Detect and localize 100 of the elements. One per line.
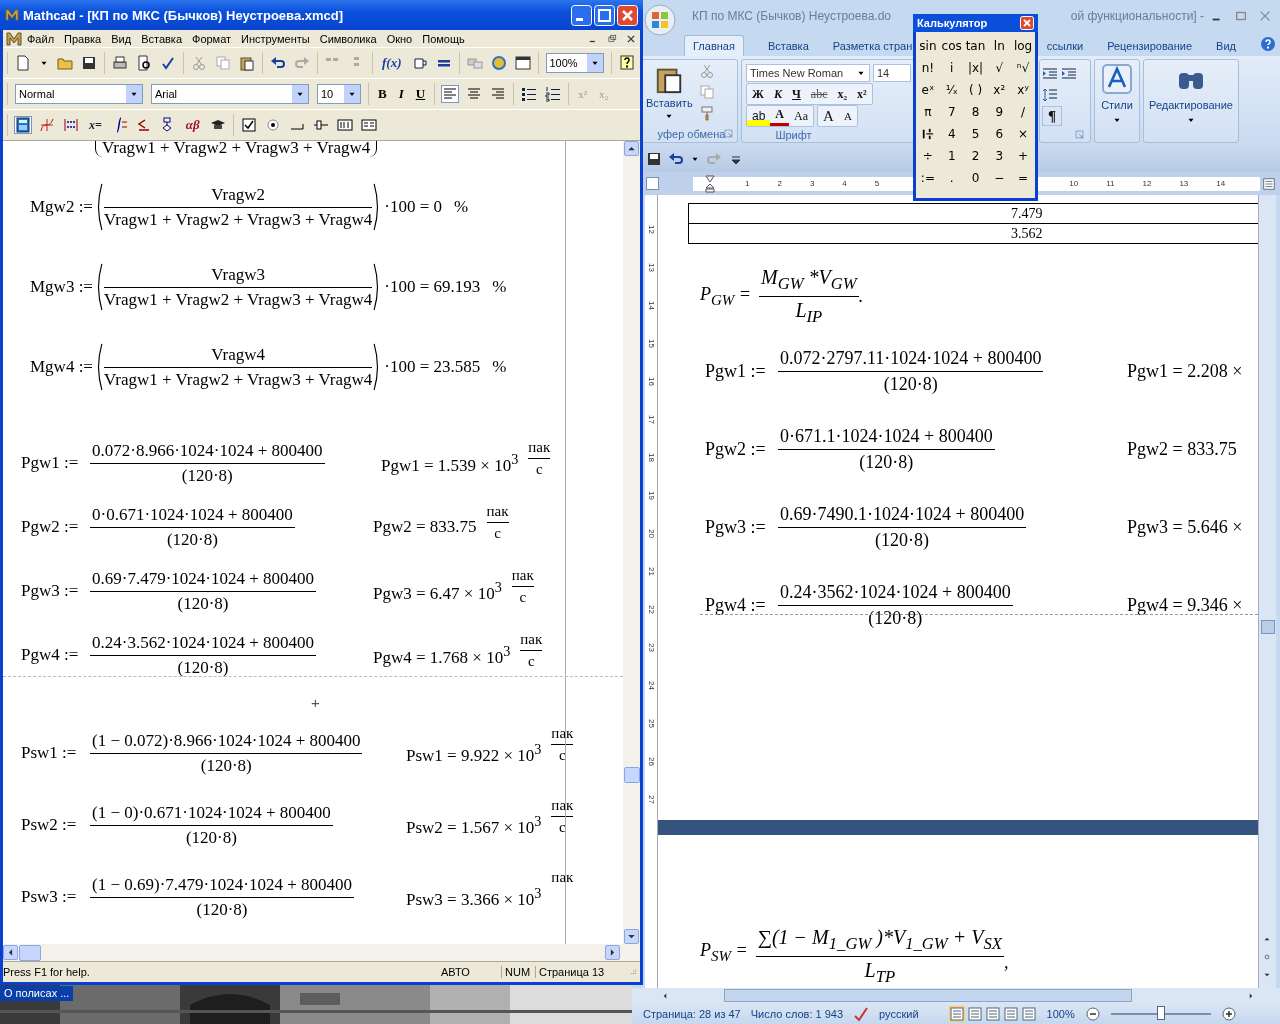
proofing-icon[interactable] xyxy=(853,1005,870,1022)
list-box-icon[interactable] xyxy=(360,117,377,133)
format-button[interactable]: I xyxy=(396,86,406,102)
scrollbar-thumb[interactable] xyxy=(724,989,1132,1002)
outdent-icon[interactable] xyxy=(1042,65,1058,82)
calculator-key[interactable]: x² xyxy=(992,83,1007,97)
calculator-icon[interactable] xyxy=(15,117,31,133)
calculator-key[interactable]: 9 xyxy=(994,105,1005,119)
zoom-out-icon[interactable] xyxy=(1084,1005,1101,1022)
save-icon[interactable] xyxy=(646,151,662,167)
calculator-key[interactable]: 1 xyxy=(946,149,957,163)
view-ruler-icon[interactable] xyxy=(1262,176,1276,191)
calculator-key[interactable]: 4 xyxy=(946,127,957,141)
word-count[interactable]: Число слов: 1 943 xyxy=(750,1007,844,1020)
boolean-icon[interactable] xyxy=(135,117,152,133)
page-count[interactable]: Страница: 28 из 47 xyxy=(643,1007,741,1020)
mug-icon[interactable] xyxy=(411,55,428,71)
undo-icon[interactable] xyxy=(668,151,684,167)
calculator-key[interactable]: . xyxy=(948,171,955,185)
mixed-number-icon[interactable] xyxy=(921,127,934,141)
scrollbar-thumb[interactable] xyxy=(624,767,640,783)
line-spacing-icon[interactable] xyxy=(1042,86,1058,103)
calculator-key[interactable]: sin xyxy=(918,39,938,53)
zoom-field[interactable]: 100% xyxy=(545,53,604,73)
format-button[interactable]: Ч xyxy=(787,84,806,105)
calculator-key[interactable]: + xyxy=(1017,149,1030,163)
ribbon-tab[interactable]: Вставка xyxy=(767,36,809,56)
ribbon-tab[interactable]: Главная xyxy=(684,35,744,56)
align-center-icon[interactable] xyxy=(466,86,483,102)
menu-item[interactable]: Правка xyxy=(59,32,107,45)
calculator-key[interactable]: × xyxy=(1017,127,1030,141)
calculator-key[interactable]: = xyxy=(1017,171,1030,185)
matrix-icon[interactable] xyxy=(63,117,79,133)
greek-button[interactable]: αβ xyxy=(183,117,202,133)
format-button[interactable]: Ж xyxy=(747,84,769,105)
shrink-font-button[interactable]: A xyxy=(838,106,857,127)
format-button[interactable]: x₂ xyxy=(832,84,853,105)
grow-font-button[interactable]: A xyxy=(818,106,839,127)
slider-icon[interactable] xyxy=(312,117,329,133)
save-icon[interactable] xyxy=(81,55,97,71)
scroll-down-icon[interactable] xyxy=(624,929,639,944)
checkbox-icon[interactable] xyxy=(240,117,257,133)
scroll-left-icon[interactable] xyxy=(3,945,18,960)
desktop-icon-label[interactable]: О полисах ... xyxy=(0,986,74,1001)
office-button-icon[interactable] xyxy=(644,4,676,36)
menu-item[interactable]: Помощь xyxy=(417,32,470,45)
view-mode-icon[interactable] xyxy=(948,1005,965,1022)
ribbon-tab[interactable]: Вид xyxy=(1216,36,1236,56)
calculator-key[interactable]: / xyxy=(1020,105,1027,119)
indent-marker-icon[interactable] xyxy=(705,174,715,193)
align-right-icon[interactable] xyxy=(490,86,507,102)
calculator-key[interactable]: ÷ xyxy=(921,149,934,163)
format-painter-icon[interactable] xyxy=(698,105,715,121)
calculator-key[interactable]: eˣ xyxy=(920,83,936,97)
calculator-key[interactable]: 0 xyxy=(970,171,981,185)
indent-icon[interactable] xyxy=(1061,65,1077,82)
font-field[interactable]: Arial xyxy=(151,84,309,104)
spell-check-icon[interactable] xyxy=(160,55,176,71)
bullet-list-icon[interactable] xyxy=(521,86,538,102)
zoom-level[interactable]: 100% xyxy=(1046,1007,1075,1020)
undo-icon[interactable] xyxy=(270,55,286,71)
calculator-key[interactable]: ⁿ√ xyxy=(1015,61,1031,75)
ribbon-tab[interactable]: ссылки xyxy=(1046,36,1084,56)
evaluation-button[interactable]: x= xyxy=(87,117,104,133)
format-button[interactable]: B xyxy=(376,86,389,102)
show-marks-button[interactable]: ¶ xyxy=(1042,105,1063,126)
calculator-key[interactable]: 8 xyxy=(970,105,981,119)
scroll-right-icon[interactable] xyxy=(605,945,620,960)
maximize-icon[interactable] xyxy=(594,4,615,26)
printer-icon[interactable] xyxy=(112,55,128,71)
restore-icon[interactable] xyxy=(607,33,617,44)
calculator-key[interactable]: √ xyxy=(994,61,1005,75)
menu-item[interactable]: Файл xyxy=(22,32,60,45)
change-case-button[interactable]: Aa xyxy=(789,106,814,127)
calculator-key[interactable]: |x| xyxy=(966,61,985,75)
window-icon[interactable] xyxy=(514,55,531,71)
calculator-key[interactable]: cos xyxy=(940,39,963,53)
numbered-list-icon[interactable] xyxy=(545,86,562,102)
calculator-key[interactable]: n! xyxy=(920,61,936,75)
styles-button[interactable]: Стили xyxy=(1101,63,1133,125)
print-preview-icon[interactable] xyxy=(136,55,152,71)
calculator-key[interactable]: 6 xyxy=(994,127,1005,141)
menu-item[interactable]: Окно xyxy=(381,32,418,45)
menu-item[interactable]: Вид xyxy=(106,32,137,45)
ribbon-tab[interactable]: Разметка стран xyxy=(832,36,913,56)
format-button[interactable]: К xyxy=(768,84,787,105)
calculator-key[interactable]: 3 xyxy=(994,149,1005,163)
language-text[interactable]: русский xyxy=(879,1007,919,1020)
menu-item[interactable]: Формат xyxy=(187,32,237,45)
graph-icon[interactable] xyxy=(39,117,55,133)
view-mode-icon[interactable] xyxy=(1020,1005,1037,1022)
calculator-key[interactable]: i xyxy=(949,61,955,75)
calculator-key[interactable]: tan xyxy=(964,39,987,53)
paste-icon[interactable] xyxy=(239,55,255,71)
scrollbar-thumb[interactable] xyxy=(1261,620,1275,634)
calculator-key[interactable]: 7 xyxy=(946,105,957,119)
format-button[interactable]: x² xyxy=(852,84,872,105)
view-mode-icon[interactable] xyxy=(966,1005,983,1022)
new-document-icon[interactable] xyxy=(15,55,31,71)
paste-button[interactable]: Вставить xyxy=(646,63,693,121)
